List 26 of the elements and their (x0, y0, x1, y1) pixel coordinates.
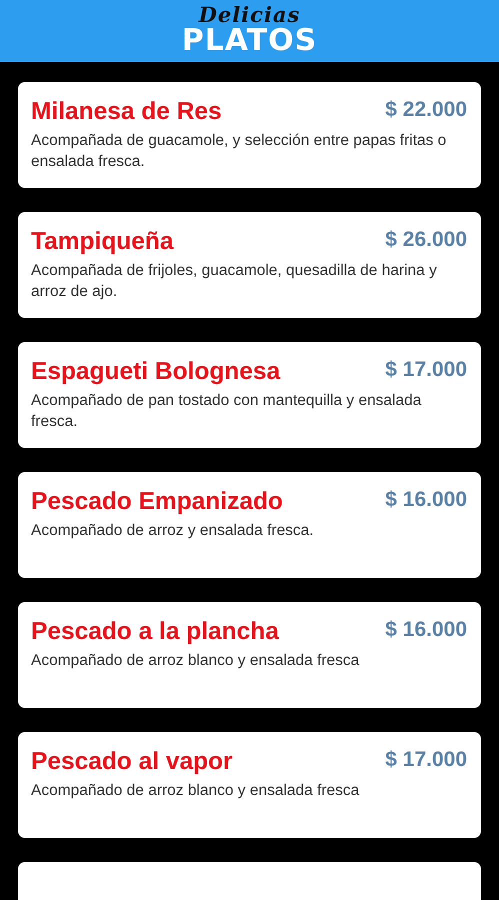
dish-name: Espagueti Bolognesa (31, 358, 280, 386)
dish-price: $ 26.000 (385, 228, 467, 252)
dish-description: Acompañado de arroz blanco y ensalada fresca (31, 781, 360, 801)
dish-description: Acompañada de frijoles, guacamole, quesadilla de harina y arroz de ajo. (31, 261, 438, 302)
dish-card[interactable]: Milanesa de Res $ 22.000 Acompañada de guacamole, y selección entre papas fritas o ensalada fresca. (18, 82, 481, 188)
dish-card[interactable]: Pescado al vapor $ 17.000 Acompañado de arroz blanco y ensalada fresca (18, 732, 481, 838)
dish-card[interactable]: Pescado a la plancha $ 16.000 Acompañado de arroz blanco y ensalada fresca (18, 602, 481, 708)
dish-description: Acompañado de pan tostado con mantequilla y ensalada fresca. (31, 391, 422, 432)
dish-price: $ 16.000 (385, 488, 467, 512)
dish-name: Milanesa de Res (31, 98, 222, 126)
header-title: PLATOS (182, 25, 318, 57)
header-subtitle: Delicias (198, 5, 300, 25)
dish-price: $ 16.000 (385, 618, 467, 642)
dish-name: Pescado a la plancha (31, 618, 279, 646)
dish-description: Acompañado de arroz blanco y ensalada fresca (31, 651, 360, 671)
dish-card[interactable]: Tampiqueña $ 26.000 Acompañada de frijoles, guacamole, quesadilla de harina y arroz de ajo. (18, 212, 481, 318)
dish-card[interactable]: Espagueti Bolognesa $ 17.000 Acompañado de pan tostado con mantequilla y ensalada fresca. (18, 342, 481, 448)
dish-description: Acompañada de guacamole, y selección entre papas fritas o ensalada fresca. (31, 131, 448, 172)
dish-price: $ 22.000 (385, 98, 467, 122)
dish-name: Pescado al vapor (31, 748, 233, 776)
dish-name: Tampiqueña (31, 228, 174, 256)
dish-card[interactable]: Pescado Empanizado $ 16.000 Acompañado de arroz y ensalada fresca. (18, 472, 481, 578)
dish-price: $ 17.000 (385, 358, 467, 382)
dish-price: $ 17.000 (385, 748, 467, 772)
dish-name: Pescado Empanizado (31, 488, 283, 516)
dish-description: Acompañado de arroz y ensalada fresca. (31, 521, 315, 541)
